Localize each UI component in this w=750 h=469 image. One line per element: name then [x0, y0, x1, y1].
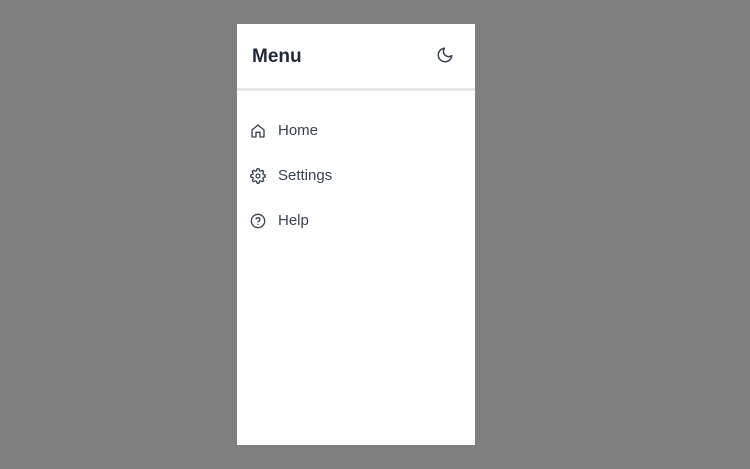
menu-item-label: Settings	[278, 167, 333, 184]
menu-item-label: Home	[278, 122, 319, 139]
gear-icon	[250, 167, 266, 184]
menu-item-label: Help	[278, 212, 309, 229]
menu-title: Menu	[252, 45, 302, 67]
menu-header: Menu	[237, 24, 475, 91]
help-circle-icon	[250, 213, 266, 229]
menu-item-help[interactable]: Help	[237, 198, 475, 243]
home-icon	[250, 123, 266, 139]
side-menu-panel: Menu Home Settings Help	[237, 24, 475, 445]
menu-nav: Home Settings Help	[237, 91, 475, 243]
menu-item-home[interactable]: Home	[237, 108, 475, 153]
moon-icon	[437, 47, 453, 63]
menu-item-settings[interactable]: Settings	[237, 153, 475, 198]
theme-toggle-button[interactable]	[435, 45, 455, 65]
